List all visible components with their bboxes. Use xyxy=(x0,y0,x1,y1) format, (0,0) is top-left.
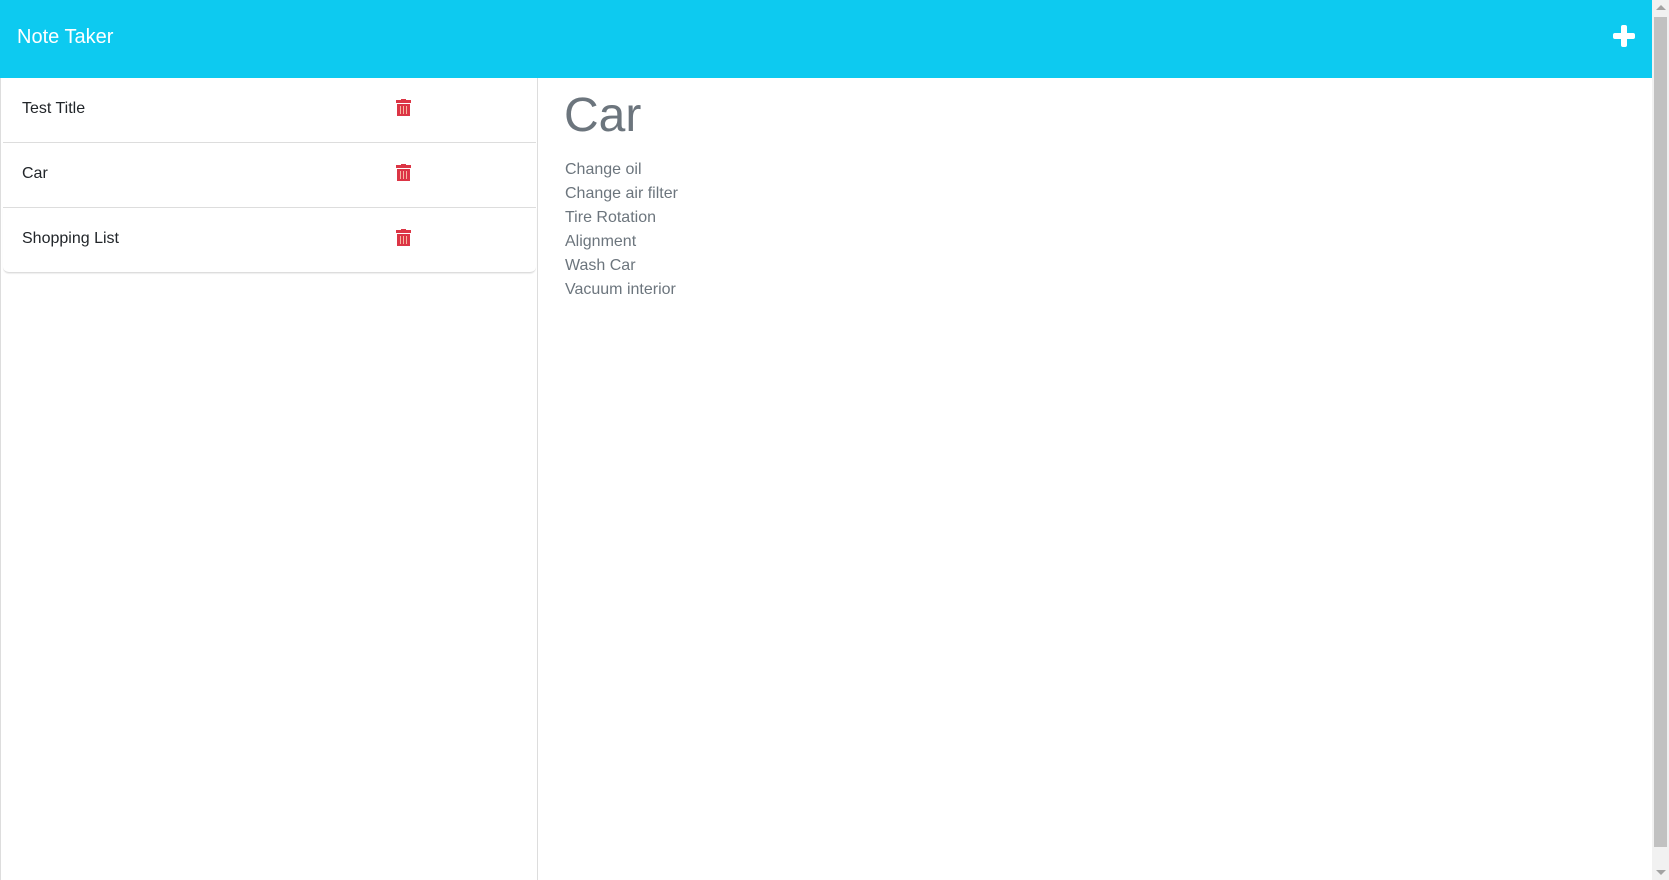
note-title[interactable]: Shopping List xyxy=(22,230,119,248)
trash-icon[interactable] xyxy=(396,164,411,182)
app-title[interactable]: Note Taker xyxy=(17,26,113,49)
note-line: Change oil xyxy=(565,161,642,178)
note-line: Alignment xyxy=(565,233,637,250)
note-line: Tire Rotation xyxy=(565,209,656,226)
note-text-field[interactable]: Change oil Change air filter Tire Rotati… xyxy=(565,158,678,302)
navbar: Note Taker xyxy=(0,0,1652,78)
new-note-plus-icon[interactable] xyxy=(1610,22,1638,50)
note-view: Car Change oil Change air filter Tire Ro… xyxy=(539,78,1652,880)
trash-icon[interactable] xyxy=(396,229,411,247)
note-title[interactable]: Car xyxy=(22,165,48,183)
note-line: Vacuum interior xyxy=(565,281,676,298)
note-list-item[interactable]: Test Title xyxy=(3,78,536,143)
note-title-field[interactable]: Car xyxy=(564,88,641,143)
note-list: Test Title Car Shopping List xyxy=(0,78,538,880)
scroll-up-arrow-icon[interactable] xyxy=(1656,5,1666,10)
note-line: Wash Car xyxy=(565,257,636,274)
note-title[interactable]: Test Title xyxy=(22,100,85,118)
note-line: Change air filter xyxy=(565,185,678,202)
note-list-item[interactable]: Car xyxy=(3,143,536,208)
vertical-scrollbar[interactable] xyxy=(1652,0,1669,880)
note-list-item[interactable]: Shopping List xyxy=(3,208,536,273)
scrollbar-thumb[interactable] xyxy=(1654,17,1667,847)
trash-icon[interactable] xyxy=(396,99,411,117)
scroll-down-arrow-icon[interactable] xyxy=(1656,870,1666,875)
